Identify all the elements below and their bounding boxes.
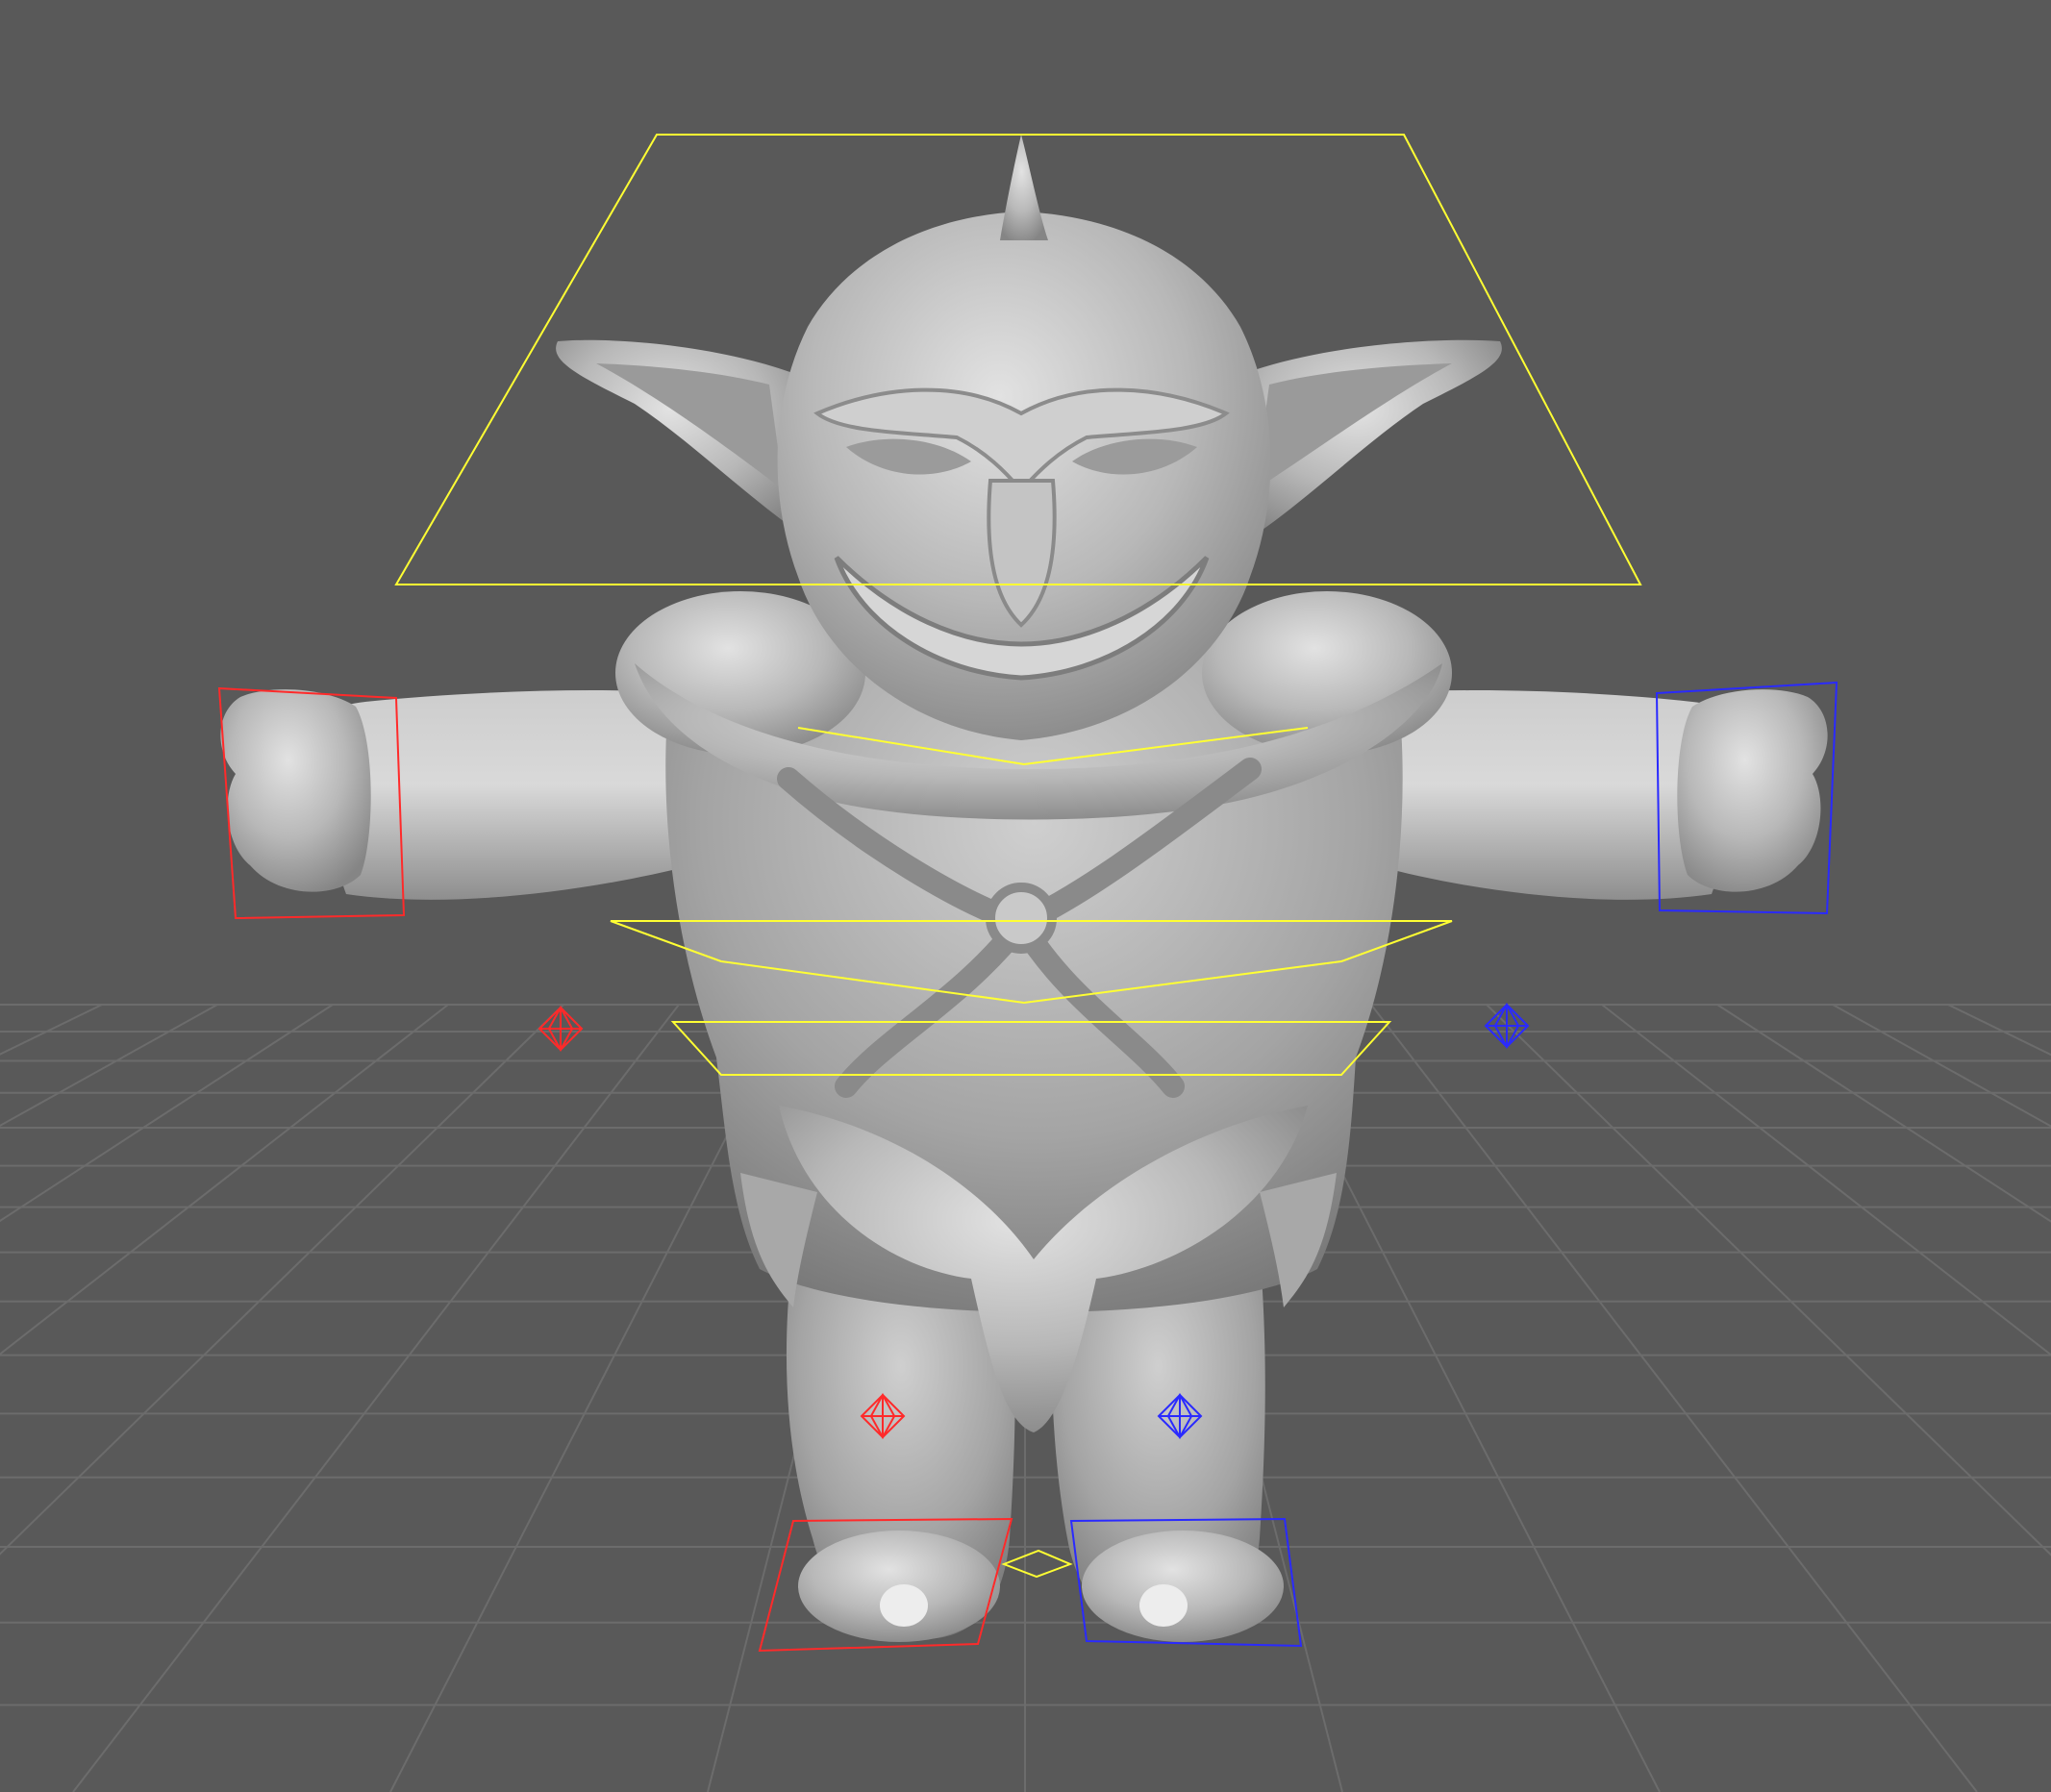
grid-line-receding: [1716, 1004, 2051, 1223]
left-hand[interactable]: [220, 689, 371, 892]
right-hand[interactable]: [1677, 689, 1828, 892]
grid-line-receding: [1601, 1004, 2051, 1356]
grid-line-receding: [72, 1004, 680, 1792]
right-toe: [1139, 1584, 1188, 1627]
grid-line-receding: [1832, 1004, 2051, 1128]
grid-line-receding: [0, 1004, 564, 1556]
3d-viewport[interactable]: [0, 0, 2051, 1792]
goblin-character-mesh[interactable]: [220, 135, 1828, 1642]
viewport-canvas[interactable]: [0, 0, 2051, 1792]
left-toe: [880, 1584, 928, 1627]
grid-line-receding: [0, 1004, 449, 1356]
grid-line-receding: [1486, 1004, 2051, 1556]
right-foot[interactable]: [1082, 1531, 1284, 1642]
grid-line-receding: [0, 1004, 334, 1223]
root-control[interactable]: [1001, 1549, 1073, 1579]
grid-line-receding: [0, 1004, 103, 1056]
head-horn: [1000, 135, 1048, 240]
cape-ring: [986, 883, 1057, 954]
grid-line-receding: [1370, 1004, 1978, 1792]
left-arm-pole-vector-locator[interactable]: [538, 1005, 584, 1053]
grid-line-receding: [0, 1004, 218, 1128]
grid-line-receding: [1947, 1004, 2051, 1057]
